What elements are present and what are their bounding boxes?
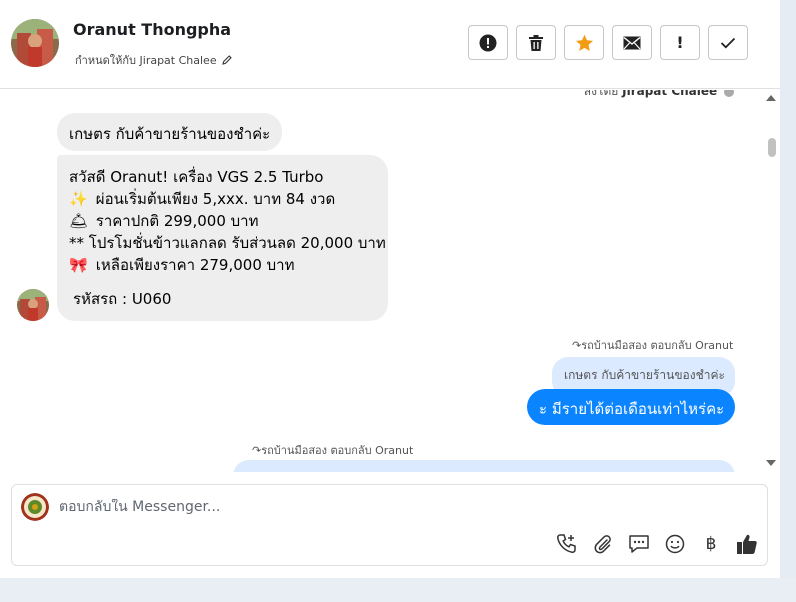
emoji-icon (665, 534, 685, 554)
exclamation-icon: ! (676, 33, 684, 52)
reply-arrow-icon: ↷ (572, 339, 582, 352)
sent-by-prefix: ส่งโดย (583, 90, 619, 98)
message-line: ** โปรโมชั่นข้าวแลกลด รับส่วนลด 20,000 บ… (69, 232, 386, 254)
scrollbar-thumb[interactable] (768, 138, 776, 157)
sent-by-name: Jirapat Chalee (622, 90, 718, 98)
delete-button[interactable] (516, 25, 556, 60)
thumbs-up-icon (737, 534, 757, 554)
done-button[interactable] (708, 25, 748, 60)
reply-label: ↷รถบ้านมือสอง ตอบกลับ Oranut (252, 441, 413, 459)
bell-icon: 🛎 (69, 212, 89, 230)
message-line: รหัสรถ : U060 (69, 288, 376, 310)
emoji-button[interactable] (663, 532, 687, 556)
reply-arrow-icon: ↷ (252, 444, 262, 457)
sent-by-row: ส่งโดย Jirapat Chalee (584, 90, 734, 101)
message-icon (629, 535, 649, 553)
paperclip-icon (594, 535, 611, 554)
contact-avatar[interactable] (11, 19, 59, 67)
right-background (780, 0, 796, 602)
assignee-label: กำหนดให้กับ Jirapat Chalee (75, 54, 217, 67)
message-line-text: ** โปรโมชั่นข้าวแลกลด รับส่วนลด 20,000 บ… (69, 234, 386, 252)
message-line-text: เหลือเพียงราคา 279,000 บาท (95, 256, 295, 274)
message-thread[interactable]: ส่งโดย Jirapat Chalee เกษตร กับค้าขายร้า… (0, 90, 764, 472)
ribbon-icon: 🎀 (69, 256, 88, 274)
outgoing-message[interactable]: ะ มีรายได้ต่อเดือนเท่าไหร่คะ (527, 389, 735, 425)
envelope-icon (623, 36, 641, 49)
contact-name: Oranut Thongpha (73, 20, 232, 39)
sparkles-icon: ✨ (69, 190, 88, 208)
star-button[interactable] (564, 25, 604, 60)
message-line-text: รหัสรถ : U060 (73, 290, 172, 308)
trash-icon (529, 34, 543, 51)
follow-up-button[interactable]: ! (660, 25, 700, 60)
conversation-header: Oranut Thongpha กำหนดให้กับ Jirapat Chal… (0, 0, 780, 89)
incoming-message[interactable]: สวัสดี Oranut! เครื่อง VGS 2.5 Turbo ✨ ผ… (57, 155, 388, 321)
check-icon (720, 37, 736, 48)
message-line-text: ผ่อนเริ่มต้นเพียง 5,xxx. บาท 84 งวด (95, 190, 336, 208)
assignee-row[interactable]: กำหนดให้กับ Jirapat Chalee (75, 51, 233, 69)
composer-tools: ฿ (555, 532, 759, 556)
message-line-text: สวัสดี Oranut! เครื่อง VGS 2.5 Turbo (69, 168, 324, 186)
like-button[interactable] (735, 532, 759, 556)
payment-button[interactable]: ฿ (699, 532, 723, 556)
incoming-message[interactable]: เกษตร กับค้าขายร้านของชำค่ะ (57, 113, 283, 151)
add-call-button[interactable] (555, 532, 579, 556)
message-line-blank (69, 276, 376, 288)
add-call-icon (557, 534, 576, 553)
info-icon[interactable] (724, 90, 734, 97)
reply-label-text: รถบ้านมือสอง ตอบกลับ Oranut (581, 339, 734, 352)
message-input[interactable] (59, 499, 749, 515)
alert-circle-icon (479, 34, 497, 51)
saved-replies-button[interactable] (627, 532, 651, 556)
scroll-down-arrow[interactable] (766, 460, 776, 466)
quoted-message[interactable] (233, 460, 735, 472)
message-line: 🎀 เหลือเพียงราคา 279,000 บาท (69, 254, 376, 276)
message-line: 🛎 ราคาปกติ 299,000 บาท (69, 210, 376, 232)
action-toolbar: ! (468, 25, 748, 60)
reply-label-text: รถบ้านมือสอง ตอบกลับ Oranut (261, 444, 414, 457)
star-icon (575, 34, 593, 51)
reply-label: ↷รถบ้านมือสอง ตอบกลับ Oranut (572, 336, 733, 354)
reply-composer: ฿ (11, 484, 768, 566)
message-line: ✨ ผ่อนเริ่มต้นเพียง 5,xxx. บาท 84 งวด (69, 188, 376, 210)
scroll-up-arrow[interactable] (766, 95, 776, 101)
message-line-text: ราคาปกติ 299,000 บาท (95, 212, 259, 230)
mark-unread-button[interactable] (612, 25, 652, 60)
message-line: สวัสดี Oranut! เครื่อง VGS 2.5 Turbo (69, 166, 376, 188)
baht-icon: ฿ (705, 534, 717, 554)
pencil-icon[interactable] (221, 54, 233, 66)
attach-button[interactable] (591, 532, 615, 556)
page-avatar (21, 493, 49, 521)
spam-button[interactable] (468, 25, 508, 60)
contact-avatar-small[interactable] (17, 289, 49, 321)
bottom-background (0, 578, 796, 602)
